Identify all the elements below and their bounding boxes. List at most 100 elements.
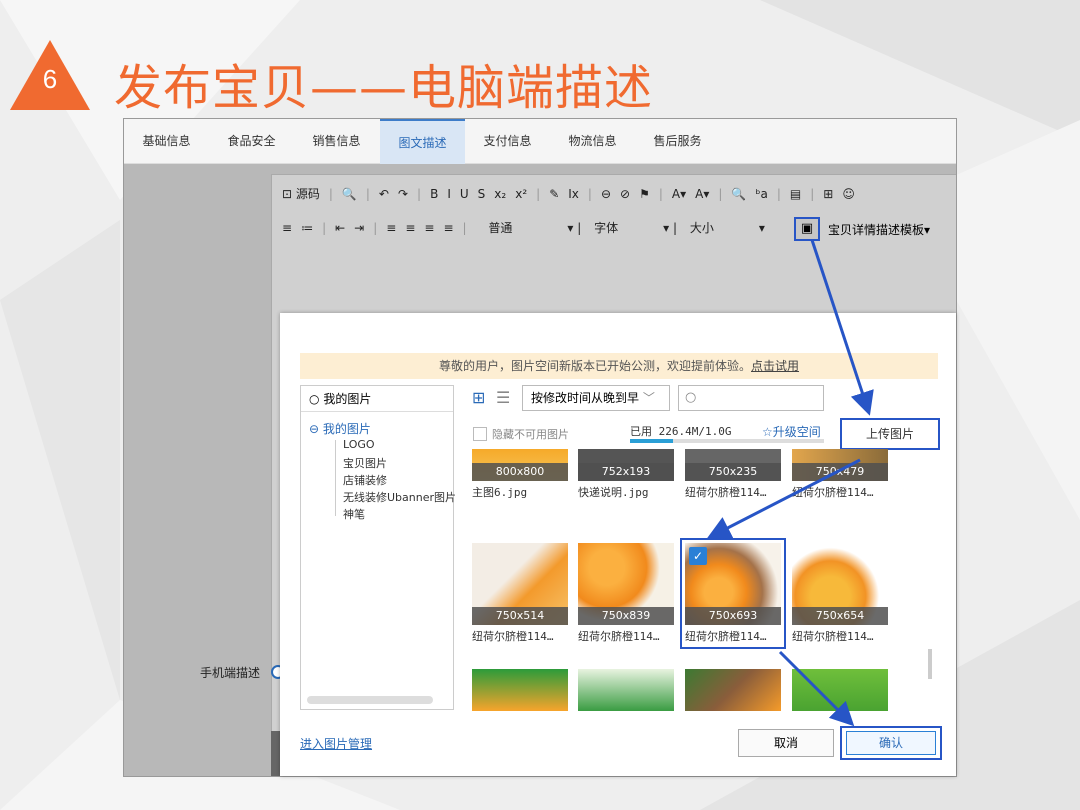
toolbar-button[interactable]: ↷ [398,187,408,201]
tree-item-mobile-banner[interactable]: 无线装修Ubanner图片 [343,489,456,505]
toolbar-button[interactable]: ≡ [443,221,453,235]
image-filename: 纽荷尔脐橙114… [685,630,767,643]
image-thumb[interactable]: 750x514 纽荷尔脐橙114… [472,543,568,644]
folder-search[interactable]: ○ 我的图片 [301,386,453,412]
enter-image-management-link[interactable]: 进入图片管理 [300,735,372,752]
image-thumb[interactable] [578,669,674,711]
toolbar-button[interactable]: ≔ [301,221,313,235]
toolbar-button[interactable]: ≡ [424,221,434,235]
toolbar-row-1: ⊡ 源码 | 🔍 | ↶ ↷ | B I U Sx₂ x² | ✎ Ix | ⊖ ⊘ ⚑ | A▾ A▾ | 🔍 ᵇa | ▤ | ⊞ ☺ [282,185,864,209]
upload-image-button[interactable]: 上传图片 [840,418,940,450]
toolbar-button[interactable]: ≡ [405,221,415,235]
toolbar-button[interactable]: A▾ [672,187,686,201]
tab-after-sales[interactable]: 售后服务 [635,119,720,164]
toolbar-button[interactable]: ⚑ [639,187,650,201]
tab-logistics[interactable]: 物流信息 [550,119,635,164]
hide-unavailable-checkbox[interactable] [473,427,487,441]
toolbar-button[interactable]: ⊖ [601,187,611,201]
tab-sales-info[interactable]: 销售信息 [294,119,379,164]
template-label: 宝贝详情描述模板 [828,223,925,237]
toolbar-button[interactable]: A▾ [695,187,709,201]
image-thumb[interactable] [685,669,781,711]
image-dimensions: 752x193 [578,463,674,481]
hide-unavailable-label: 隐藏不可用图片 [492,428,569,441]
image-thumb[interactable]: 800x800 主图6.jpg [472,449,568,500]
toolbar-button[interactable]: ⊘ [620,187,630,201]
template-dropdown[interactable]: 宝贝详情描述模板▾ [828,221,930,238]
toolbar-button[interactable]: 🔍 [342,187,357,201]
sort-select[interactable]: 按修改时间从晚到早 ﹀ [522,385,670,411]
image-thumb-selected[interactable]: ✓ 750x693 纽荷尔脐橙114… [680,538,786,649]
toolbar-button[interactable]: ✎ [549,187,559,201]
toolbar-button[interactable]: ᵇa [755,187,768,201]
image-dimensions: 750x479 [792,463,888,481]
toolbar-button[interactable]: ▤ [790,187,801,201]
horizontal-scrollbar[interactable] [307,696,433,704]
image-filename: 主图6.jpg [472,486,528,499]
toolbar-button[interactable]: ⇤ [335,221,345,235]
image-filename: 纽荷尔脐橙114… [792,486,874,499]
format-select[interactable]: 普通 [488,219,558,236]
folder-panel: ○ 我的图片 ⊖ 我的图片 LOGO 宝贝图片 店铺装修 无线装修Ubanner… [300,385,456,710]
vertical-scrollbar[interactable] [928,649,932,679]
toolbar-button[interactable]: B [430,187,438,201]
toolbar-button[interactable]: x₂ [494,187,506,201]
toolbar-button[interactable]: 🔍 [731,187,746,201]
insert-image-button[interactable]: ▣ [794,217,820,241]
notice-bar: 尊敬的用户，图片空间新版本已开始公测，欢迎提前体验。点击试用 [300,353,938,379]
size-select[interactable]: 大小 [690,219,750,236]
notice-text: 尊敬的用户，图片空间新版本已开始公测，欢迎提前体验。 [438,359,751,373]
tree-root-label: 我的图片 [322,422,371,436]
grid-view-icon[interactable]: ⊞ [472,388,485,407]
search-icon: ○ [685,390,697,405]
image-dimensions: 750x839 [578,607,674,625]
toolbar-button[interactable]: I [447,187,451,201]
image-thumb[interactable]: 752x193 快递说明.jpg [578,449,674,500]
usage-text: 已用 226.4M/1.0G [630,425,732,438]
toolbar-button[interactable]: ⊡ 源码 [282,185,320,202]
toolbar-separator: | [328,187,333,201]
tree-item-logo[interactable]: LOGO [343,438,375,451]
tree-item-product-images[interactable]: 宝贝图片 [343,455,387,471]
toolbar-button[interactable]: ≡ [386,221,396,235]
toolbar-button[interactable]: S [478,187,486,201]
font-select[interactable]: 字体 [594,219,654,236]
toolbar-button[interactable]: ≡ [282,221,292,235]
image-thumb[interactable]: 750x839 纽荷尔脐橙114… [578,543,674,644]
image-search-input[interactable]: ○ [678,385,824,411]
image-icon: ▣ [800,221,814,236]
toolbar-button[interactable]: ☺ [842,187,855,201]
cancel-button[interactable]: 取消 [738,729,834,757]
image-thumb[interactable]: 750x479 纽荷尔脐橙114… [792,449,888,500]
tab-food-safety[interactable]: 食品安全 [209,119,294,164]
toolbar-button[interactable]: ↶ [379,187,389,201]
toolbar-button[interactable]: x² [515,187,527,201]
slide-header: 6 发布宝贝——电脑端描述 [0,30,1080,120]
tab-payment[interactable]: 支付信息 [465,119,550,164]
tree-root-my-images[interactable]: ⊖ 我的图片 [309,420,371,437]
tab-description[interactable]: 图文描述 [380,119,465,164]
tree-item-shop-decor[interactable]: 店铺装修 [343,472,387,488]
checkmark-icon: ✓ [689,547,707,565]
try-now-link[interactable]: 点击试用 [751,359,799,373]
list-view-icon[interactable]: ☰ [496,388,510,407]
image-thumb[interactable]: 750x235 纽荷尔脐橙114… [685,449,781,500]
toolbar-button[interactable]: ⇥ [354,221,364,235]
image-thumb[interactable] [472,669,568,711]
image-filename: 快递说明.jpg [578,486,649,499]
toolbar-button[interactable]: Ix [568,187,579,201]
image-thumb[interactable] [792,669,888,711]
tab-basic-info[interactable]: 基础信息 [124,119,209,164]
confirm-button[interactable]: 确认 [840,726,942,760]
image-filename: 纽荷尔脐橙114… [472,630,554,643]
slide-number: 6 [42,64,58,94]
search-icon: ○ [309,392,320,406]
chevron-down-icon: ﹀ [642,391,655,405]
upgrade-space-link[interactable]: ☆升级空间 [762,423,821,440]
tab-bar: 基础信息 食品安全 销售信息 图文描述 支付信息 物流信息 售后服务 [124,119,956,164]
tree-item-shenbi[interactable]: 神笔 [343,506,365,522]
toolbar-button[interactable]: ⊞ [823,187,833,201]
toolbar-separator: | [462,221,467,235]
toolbar-button[interactable]: U [460,187,469,201]
image-thumb[interactable]: 750x654 纽荷尔脐橙114… [792,543,888,644]
